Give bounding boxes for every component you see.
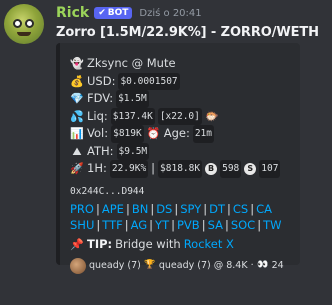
- message-timestamp[interactable]: Dziś o 20:41: [139, 8, 201, 19]
- link-tw[interactable]: TW: [263, 217, 281, 233]
- message-header: Rick ✔ BOT Dziś o 20:41: [56, 4, 202, 22]
- h1-row: 🚀 1H: 22.9K% | $818.8K B 598 S 107: [70, 160, 290, 178]
- link-dt[interactable]: DT: [209, 201, 225, 217]
- links-row-1: PRO | APE | BN | DS | SPY | DT | CS | CA: [70, 201, 290, 217]
- vol-row: 📊 Vol: $819K ⏰ Age: 21m: [70, 125, 290, 143]
- fdv-label: FDV:: [87, 91, 114, 105]
- liq-value: $137.4K: [110, 107, 155, 125]
- mountain-icon: ⛰: [72, 144, 82, 158]
- link-pvb[interactable]: PVB: [177, 217, 200, 233]
- liq-row: 💦 Liq: $137.4K [x22.0] 🐡: [70, 107, 290, 125]
- tip-text: Bridge with: [115, 236, 181, 251]
- vol-label: Vol:: [87, 126, 109, 140]
- link-separator: |: [150, 201, 155, 216]
- diamond-icon: 💎: [70, 92, 84, 105]
- fish-icon: 🐡: [205, 109, 219, 123]
- token-row: 👻 Zksync @ Mute: [70, 55, 290, 73]
- link-ca[interactable]: CA: [256, 201, 272, 217]
- avatar-eye-icon: [25, 19, 34, 28]
- bot-badge: ✔ BOT: [94, 7, 133, 19]
- link-ape[interactable]: APE: [102, 201, 124, 217]
- message-title: Zorro [1.5M/22.9K%] - ZORRO/WETH: [56, 25, 319, 40]
- author-name[interactable]: Rick: [56, 5, 89, 21]
- avatar-eye-icon: [13, 19, 22, 28]
- ghost-icon: 👻: [70, 57, 84, 70]
- ath-value: $9.5M: [116, 142, 150, 160]
- h1-label: 1H:: [87, 161, 107, 175]
- footer-user-2: queady (7) @ 8.4K: [158, 260, 248, 271]
- footer-separator: ·: [250, 260, 254, 271]
- tip-label: TIP:: [87, 236, 113, 251]
- liq-multiplier: [x22.0]: [157, 107, 202, 125]
- link-separator: |: [125, 201, 130, 216]
- age-label: Age:: [163, 126, 190, 140]
- link-spy[interactable]: SPY: [180, 201, 201, 217]
- ath-row: ⛰ ATH: $9.5M: [70, 142, 290, 160]
- bot-badge-label: BOT: [107, 8, 129, 18]
- link-separator: |: [124, 217, 129, 232]
- link-separator: |: [227, 201, 231, 216]
- pushpin-icon: 📌: [70, 237, 84, 251]
- water-icon: 💦: [70, 109, 84, 123]
- ath-label: ATH:: [87, 143, 114, 158]
- usd-label: USD:: [87, 73, 116, 88]
- usd-value: $0.0001507: [118, 72, 180, 90]
- links-row-2: SHU | TTF | AG | YT | PVB | SA | SOC | TW: [70, 217, 290, 233]
- link-ttf[interactable]: TTF: [102, 217, 122, 233]
- buys-count: 598: [220, 160, 242, 178]
- avatar-mouth-icon: [17, 32, 31, 36]
- age-value: 21m: [192, 125, 214, 143]
- fdv-value: $1.5M: [116, 90, 149, 108]
- link-separator: |: [224, 217, 229, 232]
- link-separator: |: [201, 217, 206, 232]
- link-separator: |: [171, 217, 175, 232]
- link-ds[interactable]: DS: [156, 201, 172, 217]
- rocket-icon: 🚀: [70, 162, 84, 175]
- token-name: Zksync @ Mute: [87, 56, 176, 70]
- link-separator: |: [203, 201, 208, 216]
- clock-icon: ⏰: [146, 127, 161, 140]
- trophy-icon: 🏆: [144, 260, 156, 270]
- link-shu[interactable]: SHU: [70, 217, 94, 233]
- token-embed: 👻 Zksync @ Mute 💰 USD: $0.0001507 💎 FDV:…: [56, 43, 300, 274]
- contract-address[interactable]: 0x244C...D944: [70, 184, 290, 201]
- h1-percent: 22.9K%: [109, 160, 149, 178]
- link-separator: |: [257, 217, 262, 232]
- footer-count: 24: [271, 260, 284, 271]
- footer-user-1: queady (7): [89, 260, 141, 271]
- fdv-row: 💎 FDV: $1.5M: [70, 90, 290, 108]
- eyes-icon: 👀: [257, 260, 269, 270]
- link-separator: |: [149, 217, 154, 232]
- vol-value: $819K: [111, 125, 144, 143]
- link-soc[interactable]: SOC: [231, 217, 255, 233]
- buys-icon: B: [205, 162, 218, 175]
- link-bn[interactable]: BN: [132, 201, 149, 217]
- link-separator: |: [250, 201, 255, 216]
- link-sa[interactable]: SA: [208, 217, 223, 233]
- h1-volume: $818.8K: [158, 160, 203, 178]
- sells-icon: S: [244, 162, 257, 175]
- link-yt[interactable]: YT: [155, 217, 169, 233]
- chart-icon: 📊: [70, 127, 84, 140]
- link-separator: |: [174, 201, 179, 216]
- embed-footer: queady (7) 🏆 queady (7) @ 8.4K · 👀 24: [70, 257, 290, 275]
- sells-count: 107: [259, 160, 281, 178]
- money-bag-icon: 💰: [70, 74, 84, 88]
- link-ag[interactable]: AG: [131, 217, 148, 233]
- liq-label: Liq:: [87, 108, 108, 123]
- link-separator: |: [95, 201, 100, 216]
- usd-row: 💰 USD: $0.0001507: [70, 72, 290, 90]
- bot-avatar[interactable]: [4, 4, 44, 44]
- link-cs[interactable]: CS: [233, 201, 248, 217]
- link-pro[interactable]: PRO: [70, 201, 94, 217]
- tip-row: 📌 TIP: Bridge with Rocket X: [70, 236, 290, 254]
- h1-divider: |: [151, 161, 156, 175]
- tip-link[interactable]: Rocket X: [184, 236, 234, 254]
- checkmark-icon: ✔: [98, 8, 106, 18]
- footer-avatar: [70, 257, 86, 274]
